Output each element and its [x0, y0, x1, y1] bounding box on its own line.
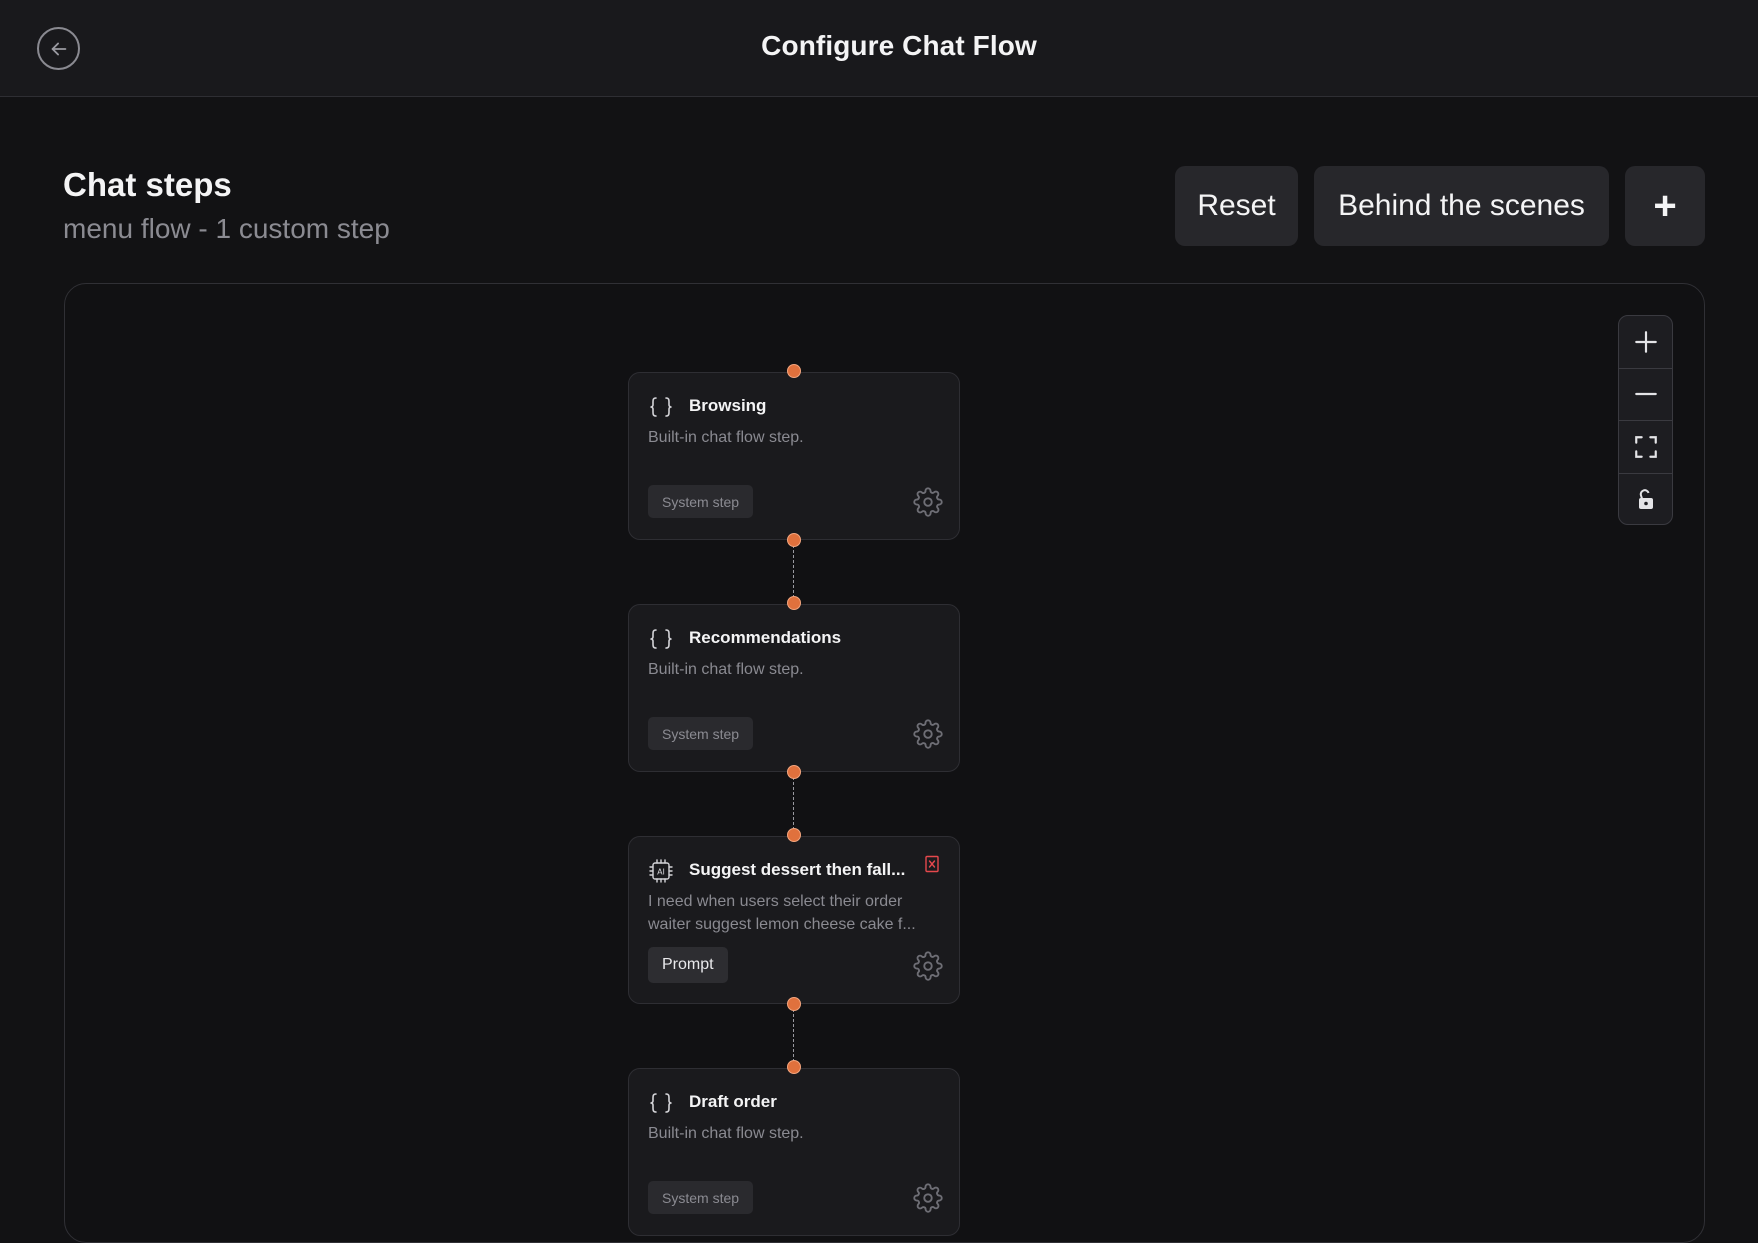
section-title: Chat steps [63, 166, 232, 203]
zoom-out-button[interactable] [1619, 369, 1672, 421]
flow-node-suggest-dessert[interactable]: AI Suggest dessert then fall... I need w… [628, 836, 960, 1004]
node-handle[interactable] [787, 997, 801, 1011]
node-handle[interactable] [787, 533, 801, 547]
node-title: Browsing [689, 396, 767, 415]
fit-view-icon [1634, 435, 1657, 458]
braces-icon [650, 629, 672, 649]
reset-button[interactable]: Reset [1175, 166, 1298, 246]
node-badge: System step [648, 1181, 754, 1214]
node-description: Built-in chat flow step. [648, 661, 804, 678]
node-handle[interactable] [787, 596, 801, 610]
node-title: Recommendations [689, 628, 842, 647]
gear-icon[interactable] [913, 719, 943, 749]
lock-button[interactable] [1619, 474, 1672, 525]
top-bar: Configure Chat Flow [0, 0, 1758, 97]
node-badge: System step [648, 485, 754, 518]
node-badge: System step [648, 717, 754, 750]
flow-edge [793, 540, 794, 603]
section-subtitle: menu flow - 1 custom step [63, 213, 390, 244]
flow-edge [793, 772, 794, 835]
canvas-controls [1618, 315, 1673, 525]
node-handle[interactable] [787, 364, 801, 378]
flow-edge [793, 1004, 794, 1067]
delete-icon[interactable] [924, 855, 940, 873]
node-handle[interactable] [787, 828, 801, 842]
ai-chip-icon: AI [649, 859, 673, 883]
svg-text:AI: AI [657, 868, 665, 877]
flow-node-browsing[interactable]: Browsing Built-in chat flow step. System… [628, 372, 960, 540]
behind-the-scenes-button[interactable]: Behind the scenes [1314, 166, 1609, 246]
zoom-out-icon [1634, 393, 1657, 396]
flow-node-recommendations[interactable]: Recommendations Built-in chat flow step.… [628, 604, 960, 772]
braces-icon [650, 1093, 672, 1113]
node-badge: Prompt [648, 947, 728, 983]
braces-icon [650, 397, 672, 417]
node-title: Suggest dessert then fall... [689, 860, 906, 879]
lock-icon [1638, 488, 1653, 509]
node-title: Draft order [689, 1092, 777, 1111]
node-handle[interactable] [787, 765, 801, 779]
gear-icon[interactable] [913, 951, 943, 981]
node-handle[interactable] [787, 1060, 801, 1074]
node-description: Built-in chat flow step. [648, 1125, 804, 1142]
gear-icon[interactable] [913, 487, 943, 517]
add-step-button[interactable]: + [1625, 166, 1705, 246]
node-description: I need when users select their order wai… [648, 893, 916, 933]
gear-icon[interactable] [913, 1183, 943, 1213]
page-title: Configure Chat Flow [761, 30, 1037, 61]
zoom-in-button[interactable] [1619, 316, 1672, 369]
zoom-in-icon [1634, 330, 1657, 353]
node-description: Built-in chat flow step. [648, 429, 804, 446]
fit-view-button[interactable] [1619, 421, 1672, 474]
flow-node-draft-order[interactable]: Draft order Built-in chat flow step. Sys… [628, 1068, 960, 1236]
